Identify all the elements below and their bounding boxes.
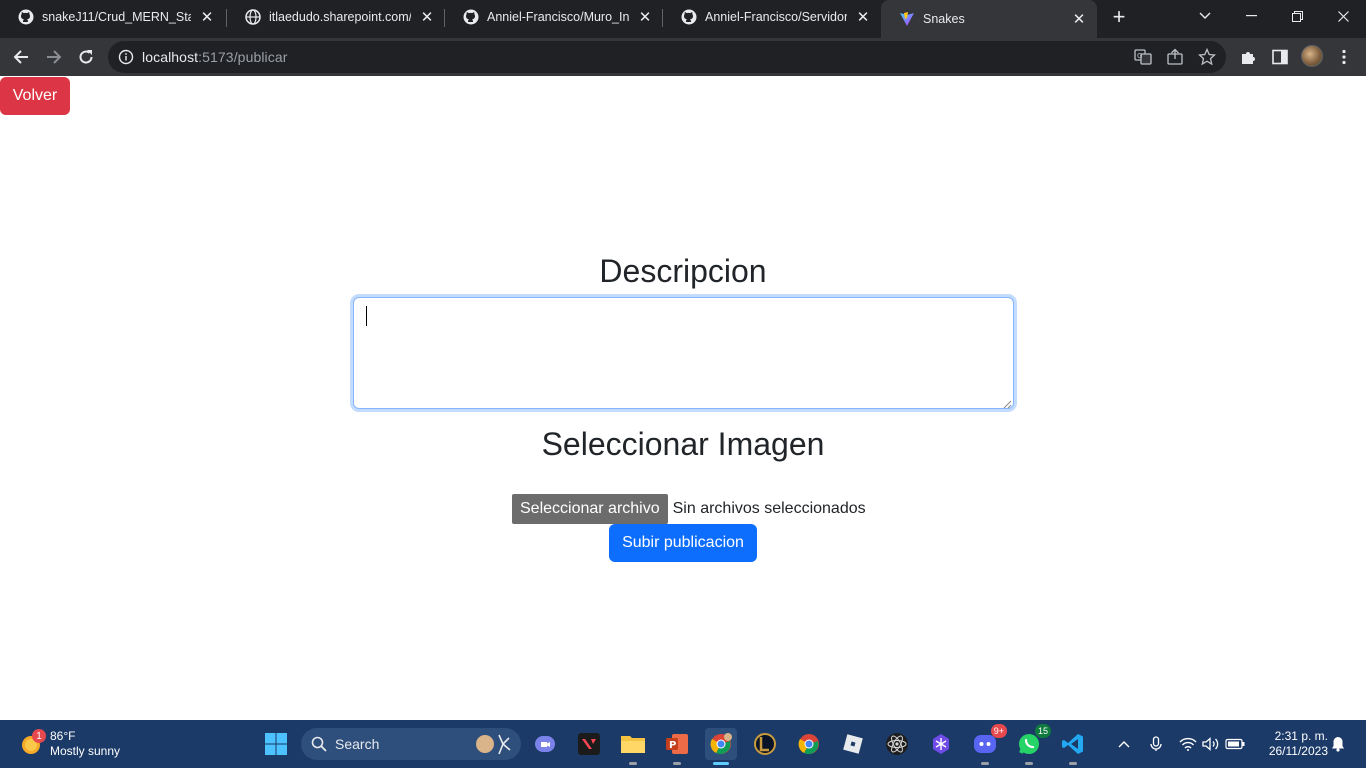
svg-text:P: P [669, 740, 676, 751]
github-icon [681, 9, 697, 25]
windows-start-icon[interactable] [260, 728, 292, 760]
browser-tab-strip: snakeJ11/Crud_MERN_Stack ✕ itlaedudo.sha… [0, 0, 1366, 38]
tab-title: snakeJ11/Crud_MERN_Stack [42, 10, 191, 24]
vscode-icon[interactable] [1057, 728, 1089, 765]
side-panel-icon[interactable] [1268, 45, 1292, 69]
close-tab-icon[interactable]: ✕ [855, 9, 871, 26]
running-indicator [1069, 762, 1077, 765]
tab-search-chevron-icon[interactable] [1182, 0, 1228, 32]
translate-icon[interactable]: G [1133, 47, 1153, 67]
windows-taskbar: 1 86°F Mostly sunny Search P 9+ 15 2:31 … [0, 720, 1366, 768]
submit-post-button[interactable]: Subir publicacion [609, 524, 757, 562]
microphone-icon[interactable] [1146, 732, 1166, 756]
close-tab-icon[interactable]: ✕ [637, 9, 653, 26]
tab-title: Anniel-Francisco/Servidor_M [705, 10, 847, 24]
new-tab-button[interactable]: + [1107, 4, 1131, 29]
image-heading: Seleccionar Imagen [541, 426, 825, 462]
tab-servidor[interactable]: Anniel-Francisco/Servidor_M ✕ [663, 0, 881, 34]
tab-sharepoint[interactable]: itlaedudo.sharepoint.com/sit ✕ [227, 0, 445, 34]
site-info-icon[interactable] [118, 49, 134, 65]
notification-bell-icon[interactable] [1328, 732, 1348, 756]
valorant-icon[interactable] [573, 728, 605, 760]
close-window-icon[interactable] [1320, 0, 1366, 32]
vite-icon [899, 11, 915, 27]
teams-chat-icon[interactable] [529, 728, 561, 760]
choose-file-button[interactable]: Seleccionar archivo [512, 494, 668, 524]
tab-title: Snakes [923, 12, 965, 26]
snowflake-app-icon[interactable] [925, 728, 957, 760]
github-icon [463, 9, 479, 25]
forward-arrow-icon[interactable] [39, 42, 69, 72]
weather-sun-icon: 1 [18, 729, 46, 757]
description-textarea[interactable] [353, 297, 1014, 409]
share-icon[interactable] [1165, 47, 1185, 67]
running-indicator [673, 762, 681, 765]
url-text: localhost:5173/publicar [142, 49, 288, 65]
back-arrow-icon[interactable] [6, 42, 36, 72]
close-tab-icon[interactable]: ✕ [199, 9, 215, 26]
search-icon [311, 736, 327, 752]
powerpoint-icon[interactable]: P [661, 728, 693, 765]
whatsapp-badge: 15 [1034, 724, 1051, 738]
text-caret [366, 306, 367, 326]
running-indicator [629, 762, 637, 765]
active-indicator [713, 762, 729, 765]
tab-crud-mern-stack[interactable]: snakeJ11/Crud_MERN_Stack ✕ [0, 0, 225, 34]
volume-icon[interactable] [1201, 732, 1221, 756]
battery-icon[interactable] [1225, 732, 1245, 756]
tab-muro-inter[interactable]: Anniel-Francisco/Muro_Inter ✕ [445, 0, 663, 34]
reload-icon[interactable] [71, 42, 101, 72]
weather-text: 86°F Mostly sunny [50, 729, 120, 759]
running-indicator [981, 762, 989, 765]
roblox-icon[interactable] [837, 728, 869, 760]
wifi-icon[interactable] [1178, 732, 1198, 756]
resize-grip-icon[interactable] [1002, 396, 1012, 409]
tab-title: Anniel-Francisco/Muro_Inter [487, 10, 629, 24]
address-bar[interactable]: localhost:5173/publicar G [108, 41, 1226, 73]
search-label: Search [335, 736, 380, 752]
more-menu-icon[interactable] [1332, 45, 1356, 69]
clock-time: 2:31 p. m. [1274, 729, 1328, 743]
file-explorer-icon[interactable] [617, 728, 649, 765]
chrome-icon[interactable] [793, 728, 825, 760]
globe-icon [245, 9, 261, 25]
browser-toolbar: localhost:5173/publicar G [0, 38, 1366, 76]
search-highlight-icon [476, 734, 511, 755]
restore-icon[interactable] [1274, 0, 1320, 32]
github-icon [18, 9, 34, 25]
taskbar-search[interactable]: Search [301, 728, 521, 760]
back-button[interactable]: Volver [0, 77, 70, 115]
discord-badge: 9+ [990, 724, 1007, 738]
close-tab-icon[interactable]: ✕ [419, 9, 435, 26]
url-path: :5173/publicar [198, 49, 288, 65]
discord-icon[interactable]: 9+ [969, 724, 1007, 765]
whatsapp-icon[interactable]: 15 [1013, 724, 1051, 765]
url-host: localhost [142, 49, 199, 65]
clock[interactable]: 2:31 p. m. 26/11/2023 [1256, 729, 1328, 759]
description-heading: Descripcion [599, 253, 767, 289]
weather-badge: 1 [32, 729, 46, 743]
svg-text:G: G [1137, 52, 1142, 60]
minimize-icon[interactable] [1228, 0, 1274, 32]
extensions-puzzle-icon[interactable] [1236, 45, 1260, 69]
show-hidden-icons-chevron-icon[interactable] [1114, 732, 1134, 756]
tab-title: itlaedudo.sharepoint.com/sit [269, 10, 411, 24]
file-status-label: Sin archivos seleccionados [672, 500, 866, 517]
weather-desc: Mostly sunny [50, 744, 121, 758]
profile-avatar[interactable] [1301, 45, 1323, 67]
chrome-profile-icon[interactable] [705, 728, 737, 765]
file-input[interactable]: Seleccionar archivo Sin archivos selecci… [512, 494, 866, 524]
atom-react-icon[interactable] [881, 728, 913, 760]
tab-snakes[interactable]: Snakes ✕ [881, 0, 1097, 38]
close-tab-icon[interactable]: ✕ [1071, 11, 1087, 28]
weather-temp: 86°F [50, 729, 76, 743]
weather-widget[interactable]: 1 86°F Mostly sunny [18, 728, 120, 760]
running-indicator [1025, 762, 1033, 765]
clock-date: 26/11/2023 [1268, 744, 1328, 758]
league-of-legends-icon[interactable] [749, 728, 781, 760]
bookmark-star-icon[interactable] [1197, 47, 1217, 67]
